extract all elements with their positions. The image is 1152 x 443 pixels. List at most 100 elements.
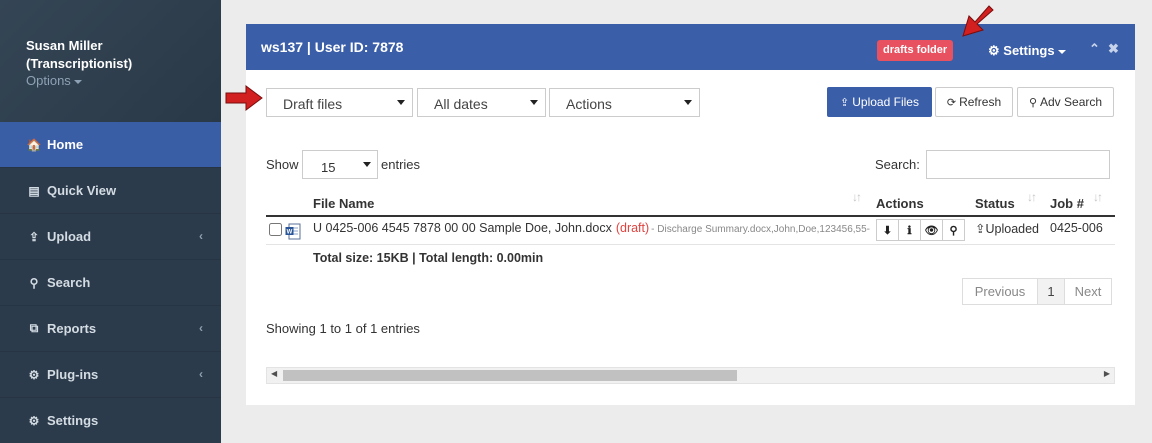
scrollbar-thumb[interactable] — [283, 370, 737, 381]
row-actions: ⬇ ℹ 👁 ⚲ — [876, 219, 965, 241]
sidebar-item-label: Search — [47, 275, 91, 290]
file-icon: ▤ — [28, 183, 40, 198]
red-arrow-icon — [962, 5, 994, 37]
show-label: Show — [266, 157, 299, 172]
previous-page-button[interactable]: Previous — [962, 278, 1038, 305]
column-header-actions: Actions — [876, 196, 924, 211]
scroll-left-icon[interactable]: ◀ — [271, 369, 277, 378]
reports-icon: ⧉ — [29, 321, 39, 335]
file-name-cell: U 0425-006 4545 7878 00 00 Sample Doe, J… — [313, 221, 870, 235]
cogs-icon: ⚙ — [28, 367, 40, 382]
draft-tag: (draft) — [615, 221, 650, 235]
refresh-button[interactable]: ⟳ Refresh — [935, 87, 1013, 117]
sidebar-item-quick-view[interactable]: ▤ Quick View — [0, 168, 221, 214]
chevron-left-icon: ‹ — [199, 367, 203, 381]
search-input[interactable] — [926, 150, 1110, 179]
user-options-dropdown[interactable]: Options — [26, 73, 82, 89]
gear-icon: ⚙ — [988, 43, 1000, 58]
sidebar-item-plug-ins[interactable]: ⚙ Plug-ins ‹ — [0, 352, 221, 398]
refresh-icon: ⟳ — [946, 96, 957, 109]
upload-files-label: Upload Files — [852, 95, 919, 109]
svg-text:W: W — [287, 230, 293, 236]
search-icon: ⚲ — [29, 275, 39, 290]
caret-down-icon — [530, 100, 538, 105]
search-icon[interactable]: ⚲ — [942, 219, 965, 241]
dates-select-value: All dates — [434, 96, 488, 112]
entries-select[interactable]: 15 — [302, 150, 378, 179]
adv-search-button[interactable]: ⚲ Adv Search — [1017, 87, 1114, 117]
file-name[interactable]: U 0425-006 4545 7878 00 00 Sample Doe, J… — [313, 221, 612, 235]
caret-down-icon — [1057, 49, 1066, 54]
dates-select[interactable]: All dates — [417, 88, 546, 117]
gear-icon: ⚙ — [28, 413, 40, 428]
sidebar-item-home[interactable]: 🏠 Home — [0, 122, 221, 168]
table-header-divider — [266, 215, 1115, 217]
file-description: - Discharge Summary.docx,John,Doe,123456… — [651, 224, 870, 235]
options-label: Options — [26, 73, 71, 88]
settings-label: Settings — [1003, 43, 1055, 58]
adv-search-label: Adv Search — [1040, 95, 1103, 109]
caret-down-icon — [73, 79, 82, 84]
sidebar-item-label: Upload — [47, 229, 92, 244]
sidebar-item-label: Quick View — [47, 183, 117, 198]
caret-down-icon — [397, 100, 405, 105]
sidebar-item-reports[interactable]: ⧉ Reports ‹ — [0, 306, 221, 352]
info-icon[interactable]: ℹ — [898, 219, 921, 241]
home-icon: 🏠 — [26, 137, 42, 152]
chevron-left-icon: ‹ — [199, 229, 203, 243]
search-icon: ⚲ — [1028, 96, 1037, 109]
horizontal-scrollbar[interactable]: ◀ ▶ — [266, 367, 1115, 384]
sidebar-item-search[interactable]: ⚲ Search — [0, 260, 221, 306]
row-divider — [266, 244, 1115, 245]
sort-icon[interactable]: ↓↑ — [1027, 190, 1037, 204]
sidebar-item-upload[interactable]: ⇪ Upload ‹ — [0, 214, 221, 260]
row-checkbox[interactable] — [269, 223, 282, 236]
pagination: Previous 1 Next — [962, 278, 1112, 305]
view-icon[interactable]: 👁 — [920, 219, 943, 241]
entries-select-value: 15 — [321, 160, 336, 175]
entries-info: Showing 1 to 1 of 1 entries — [266, 321, 420, 336]
sort-icon[interactable]: ↓↑ — [1093, 190, 1103, 204]
status-cell: ⇪Uploaded — [975, 221, 1039, 236]
next-page-button[interactable]: Next — [1064, 278, 1112, 305]
word-document-icon: W — [285, 223, 301, 240]
sidebar-item-label: Home — [47, 137, 84, 152]
sidebar-item-label: Reports — [47, 321, 97, 336]
collapse-icon[interactable]: ⌃ — [1089, 41, 1100, 57]
search-label: Search: — [875, 157, 920, 172]
drafts-folder-badge: drafts folder — [877, 40, 954, 61]
folder-select[interactable]: Draft files — [266, 88, 413, 117]
actions-select[interactable]: Actions — [549, 88, 700, 117]
status-text: Uploaded — [985, 222, 1039, 236]
user-name: Susan Miller — [26, 38, 103, 53]
job-cell: 0425-006 — [1050, 221, 1103, 235]
red-arrow-icon — [225, 85, 263, 111]
refresh-label: Refresh — [959, 95, 1002, 109]
sidebar: Susan Miller (Transcriptionist) Options … — [0, 0, 221, 443]
chevron-left-icon: ‹ — [199, 321, 203, 335]
page-1-button[interactable]: 1 — [1037, 278, 1065, 305]
panel-header: ws137 | User ID: 7878 drafts folder ⚙ Se… — [246, 24, 1135, 70]
sidebar-item-label: Settings — [47, 413, 99, 428]
close-icon[interactable]: ✖ — [1108, 41, 1119, 57]
caret-down-icon — [363, 162, 371, 167]
entries-label: entries — [381, 157, 421, 172]
upload-icon: ⇪ — [840, 96, 850, 109]
total-summary: Total size: 15KB | Total length: 0.00min — [313, 251, 544, 265]
actions-select-value: Actions — [566, 96, 612, 112]
settings-dropdown[interactable]: ⚙ Settings — [988, 43, 1066, 59]
column-header-file-name[interactable]: File Name — [313, 196, 374, 211]
column-header-status[interactable]: Status — [975, 196, 1015, 211]
upload-icon: ⇪ — [28, 229, 40, 244]
download-icon[interactable]: ⬇ — [876, 219, 899, 241]
sidebar-item-label: Plug-ins — [47, 367, 99, 382]
folder-select-value: Draft files — [283, 96, 343, 112]
upload-files-button[interactable]: ⇪ Upload Files — [827, 87, 932, 117]
scroll-right-icon[interactable]: ▶ — [1104, 369, 1110, 378]
user-role: (Transcriptionist) — [26, 56, 133, 71]
upload-icon: ⇪ — [975, 222, 986, 236]
sort-icon[interactable]: ↓↑ — [852, 190, 862, 204]
panel-title: ws137 | User ID: 7878 — [261, 39, 404, 55]
sidebar-item-settings[interactable]: ⚙ Settings — [0, 398, 221, 443]
column-header-job[interactable]: Job # — [1050, 196, 1084, 211]
